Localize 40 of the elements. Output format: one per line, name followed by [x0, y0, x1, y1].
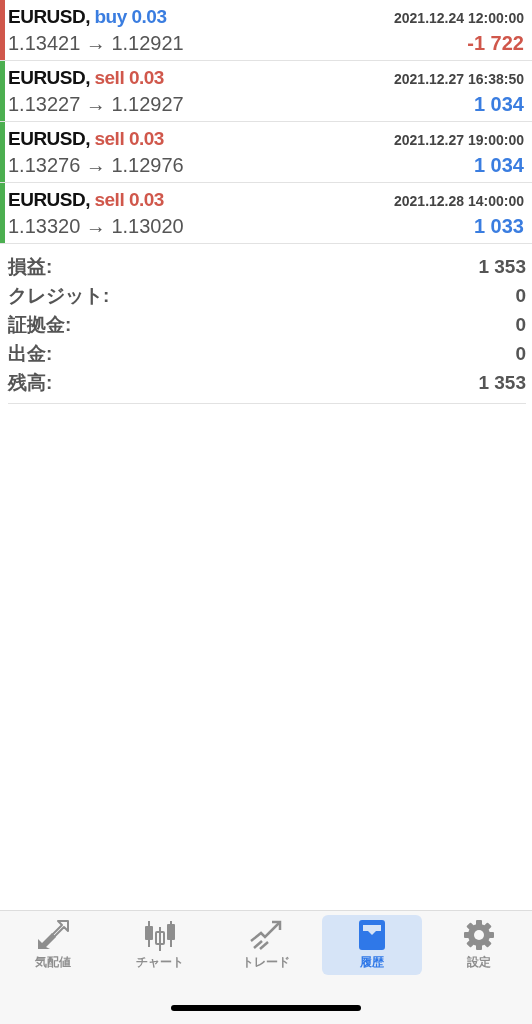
summary-value: 0 [515, 313, 526, 336]
summary-label: 残高: [8, 370, 53, 395]
tab[interactable]: トレード [215, 915, 316, 975]
symbol-text: EURUSD, [8, 5, 90, 27]
summary-label: クレジット: [8, 283, 110, 308]
deal-row[interactable]: EURUSD, sell 0.03 2021.12.27 19:00:00 1.13276 → 1.12976 1 034 [0, 122, 532, 183]
summary-value: 0 [515, 342, 526, 365]
deal-time: 2021.12.27 16:38:50 [394, 70, 524, 87]
volume-text: sell 0.03 [94, 188, 164, 210]
summary-value: 1 353 [478, 371, 526, 394]
tab[interactable]: 履歴 [322, 915, 423, 975]
summary-value: 1 353 [478, 255, 526, 278]
deal-row[interactable]: EURUSD, sell 0.03 2021.12.27 16:38:50 1.13227 → 1.12927 1 034 [0, 61, 532, 122]
diagonal-arrows-icon [35, 919, 72, 951]
deal-time: 2021.12.27 19:00:00 [394, 131, 524, 148]
price-text: 1.13320 → 1.13020 [8, 214, 184, 238]
volume-text: sell 0.03 [94, 127, 164, 149]
summary-label: 損益: [8, 254, 53, 279]
deal-time: 2021.12.28 14:00:00 [394, 192, 524, 209]
price-text: 1.13276 → 1.12976 [8, 153, 184, 177]
deal-row[interactable]: EURUSD, buy 0.03 2021.12.24 12:00:00 1.13421 → 1.12921 -1 722 [0, 0, 532, 61]
symbol-text: EURUSD, [8, 127, 90, 149]
summary-label: 証拠金: [8, 312, 72, 337]
profit-text: 1 034 [473, 153, 524, 177]
symbol-text: EURUSD, [8, 188, 90, 210]
volume-text: buy 0.03 [94, 5, 167, 27]
profit-text: -1 722 [467, 31, 524, 55]
tab[interactable]: 気配値 [3, 915, 104, 975]
symbol-text: EURUSD, [8, 66, 90, 88]
volume-text: sell 0.03 [94, 66, 164, 88]
tab[interactable]: 設定 [428, 915, 529, 975]
deal-time: 2021.12.24 12:00:00 [394, 9, 524, 26]
price-text: 1.13227 → 1.12927 [8, 92, 184, 116]
profit-text: 1 034 [473, 92, 524, 116]
summary-value: 0 [515, 284, 526, 307]
deal-row[interactable]: EURUSD, sell 0.03 2021.12.28 14:00:00 1.13320 → 1.13020 1 033 [0, 183, 532, 244]
profit-text: 1 033 [473, 214, 524, 238]
tab[interactable]: チャート [109, 915, 210, 975]
price-text: 1.13421 → 1.12921 [8, 31, 184, 55]
summary-label: 出金: [8, 341, 53, 366]
